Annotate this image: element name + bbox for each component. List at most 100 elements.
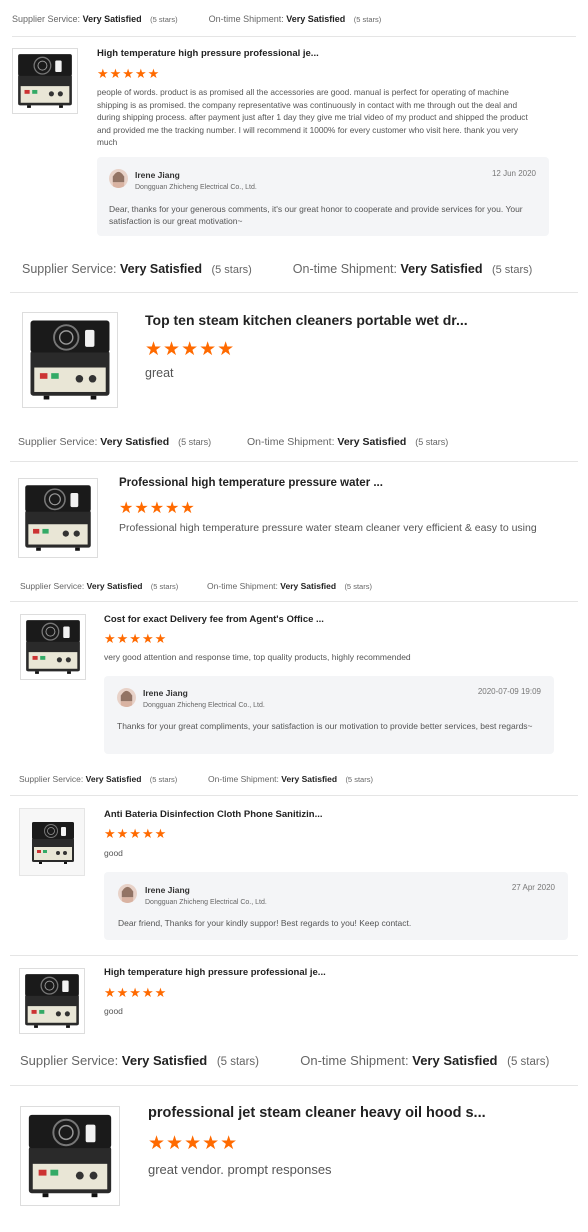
product-title[interactable]: Cost for exact Delivery fee from Agent's…	[104, 614, 324, 625]
product-image	[31, 821, 75, 865]
product-image	[27, 1113, 113, 1199]
review-text: people of words. product is as promised …	[97, 87, 528, 147]
avatar	[118, 884, 137, 903]
divider	[12, 36, 576, 37]
rating-summary: Supplier Service: Very Satisfied (5 star…	[20, 581, 372, 591]
product-title[interactable]: Professional high temperature pressure w…	[119, 477, 383, 489]
shipment-rating: Very Satisfied	[281, 774, 338, 784]
product-thumbnail[interactable]	[20, 1106, 120, 1206]
rating-summary: Supplier Service: Very Satisfied (5 star…	[18, 436, 448, 448]
replier-name: Irene Jiang	[145, 885, 190, 895]
product-image	[24, 484, 92, 552]
shipment-rating: Very Satisfied	[286, 14, 346, 24]
star-rating: ★★★★★	[104, 985, 168, 1000]
star-rating: ★★★★★	[104, 826, 168, 841]
product-image	[24, 973, 80, 1029]
product-thumbnail[interactable]	[18, 478, 98, 558]
supplier-service-count: (5 stars)	[150, 15, 178, 24]
shipment-count: (5 stars)	[491, 264, 533, 276]
replier-company: Dongguan Zhicheng Electrical Co., Ltd.	[135, 184, 257, 191]
product-image	[29, 319, 111, 401]
supplier-service-rating: Very Satisfied	[82, 14, 142, 24]
shipment-label: On-time Shipment:	[208, 14, 284, 24]
shipment-label: On-time Shipment:	[300, 1053, 409, 1068]
product-thumbnail[interactable]	[20, 614, 86, 680]
product-image	[25, 619, 81, 675]
shipment-rating: Very Satisfied	[400, 262, 483, 276]
supplier-service-label: Supplier Service:	[22, 262, 117, 276]
review-text: good	[104, 848, 123, 858]
supplier-service-rating: Very Satisfied	[86, 581, 143, 591]
shipment-count: (5 stars)	[507, 1056, 550, 1068]
star-rating: ★★★★★	[97, 66, 161, 81]
divider	[10, 601, 578, 602]
supplier-service-rating: Very Satisfied	[119, 262, 202, 276]
replier-name: Irene Jiang	[135, 170, 180, 180]
supplier-service-rating: Very Satisfied	[85, 774, 142, 784]
product-thumbnail[interactable]	[19, 808, 85, 876]
supplier-service-label: Supplier Service:	[19, 774, 84, 784]
star-rating: ★★★★★	[148, 1133, 239, 1154]
shipment-count: (5 stars)	[353, 15, 382, 24]
seller-reply: Irene Jiang Dongguan Zhicheng Electrical…	[104, 676, 554, 754]
rating-summary: Supplier Service: Very Satisfied (5 star…	[12, 14, 381, 24]
divider	[10, 955, 578, 956]
rating-summary: Supplier Service: Very Satisfied (5 star…	[20, 1053, 549, 1068]
star-rating: ★★★★★	[119, 500, 196, 517]
product-thumbnail[interactable]	[19, 968, 85, 1034]
reply-date: 27 Apr 2020	[511, 883, 555, 892]
supplier-service-label: Supplier Service:	[12, 14, 81, 24]
shipment-rating: Very Satisfied	[280, 581, 337, 591]
replier-name: Irene Jiang	[143, 688, 188, 698]
supplier-service-rating: Very Satisfied	[121, 1053, 208, 1068]
replier-company: Dongguan Zhicheng Electrical Co., Ltd.	[143, 702, 265, 709]
product-thumbnail[interactable]	[12, 48, 78, 114]
supplier-service-count: (5 stars)	[178, 437, 212, 447]
supplier-service-rating: Very Satisfied	[100, 436, 170, 448]
reply-text: Dear friend, Thanks for your kindly supp…	[118, 918, 412, 928]
supplier-service-count: (5 stars)	[211, 264, 252, 276]
product-title[interactable]: Top ten steam kitchen cleaners portable …	[145, 312, 468, 328]
seller-reply: Irene Jiang Dongguan Zhicheng Electrical…	[97, 157, 549, 236]
rating-summary: Supplier Service: Very Satisfied (5 star…	[19, 774, 373, 784]
shipment-count: (5 stars)	[415, 437, 449, 447]
divider	[10, 461, 578, 462]
supplier-service-label: Supplier Service:	[18, 436, 98, 448]
shipment-count: (5 stars)	[344, 582, 372, 591]
product-title[interactable]: High temperature high pressure professio…	[97, 48, 319, 59]
reply-text: Dear, thanks for your generous comments,…	[109, 204, 523, 226]
review-text: very good attention and response time, t…	[104, 652, 411, 662]
reply-date: 12 Jun 2020	[491, 169, 536, 178]
replier-company: Dongguan Zhicheng Electrical Co., Ltd.	[145, 899, 267, 906]
star-rating: ★★★★★	[145, 339, 236, 360]
product-title[interactable]: High temperature high pressure professio…	[104, 967, 326, 978]
shipment-rating: Very Satisfied	[337, 436, 407, 448]
product-image	[17, 53, 73, 109]
product-thumbnail[interactable]	[22, 312, 118, 408]
supplier-service-count: (5 stars)	[150, 582, 179, 591]
reply-date: 2020-07-09 19:09	[477, 687, 541, 696]
avatar	[117, 688, 136, 707]
divider	[10, 292, 578, 293]
product-title[interactable]: professional jet steam cleaner heavy oil…	[148, 1105, 486, 1121]
supplier-service-label: Supplier Service:	[20, 1053, 119, 1068]
reply-text: Thanks for your great compliments, your …	[117, 721, 533, 731]
review-text: good	[104, 1006, 123, 1016]
divider	[10, 1085, 578, 1086]
product-title[interactable]: Anti Bateria Disinfection Cloth Phone Sa…	[104, 809, 323, 820]
avatar	[109, 169, 128, 188]
shipment-label: On-time Shipment:	[208, 774, 279, 784]
star-rating: ★★★★★	[104, 631, 168, 646]
shipment-label: On-time Shipment:	[292, 262, 397, 276]
seller-reply: Irene Jiang Dongguan Zhicheng Electrical…	[104, 872, 568, 940]
shipment-count: (5 stars)	[345, 775, 373, 784]
supplier-service-label: Supplier Service:	[20, 581, 85, 591]
supplier-service-count: (5 stars)	[149, 775, 178, 784]
rating-summary: Supplier Service: Very Satisfied (5 star…	[22, 262, 532, 276]
shipment-rating: Very Satisfied	[412, 1053, 498, 1068]
review-text: great vendor. prompt responses	[148, 1162, 332, 1177]
shipment-label: On-time Shipment:	[246, 436, 335, 448]
review-text: Professional high temperature pressure w…	[119, 522, 537, 534]
review-text: great	[145, 366, 174, 380]
shipment-label: On-time Shipment:	[207, 581, 278, 591]
